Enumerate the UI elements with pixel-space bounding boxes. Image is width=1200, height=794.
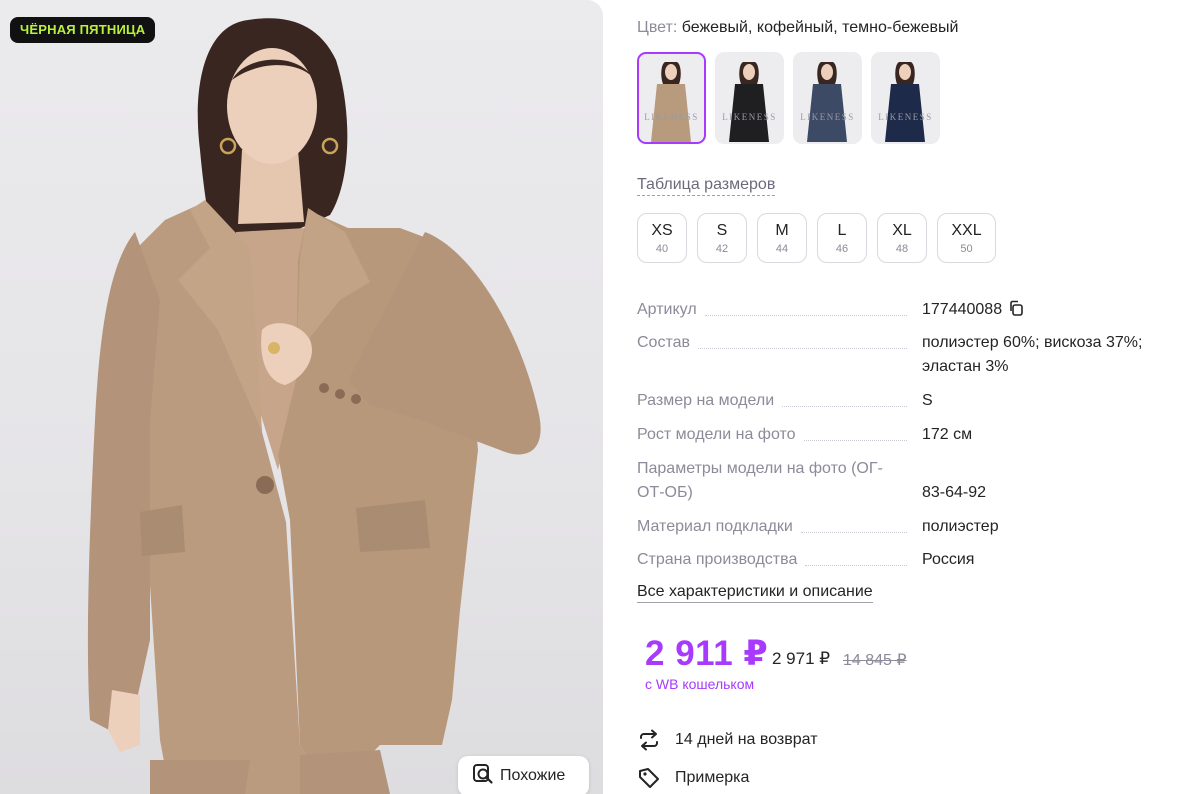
- size-name: XXL: [951, 222, 982, 239]
- swatch-brand: LIKENESS: [644, 112, 699, 122]
- product-photo[interactable]: ЧЁРНАЯ ПЯТНИЦА Похожие: [0, 0, 603, 794]
- size-name: M: [775, 222, 789, 239]
- size-option-xxl[interactable]: XXL 50: [937, 213, 996, 263]
- size-name: S: [716, 222, 728, 239]
- size-option-xl[interactable]: XL 48: [877, 213, 927, 263]
- spec-key: Размер на модели: [637, 389, 907, 413]
- spec-value: 83-64-92: [922, 484, 987, 501]
- black-friday-badge: ЧЁРНАЯ ПЯТНИЦА: [10, 17, 156, 43]
- spec-value: Россия: [922, 551, 975, 568]
- size-name: L: [837, 222, 847, 239]
- feature-label: Примерка: [675, 769, 750, 786]
- color-label: Цвет:: [637, 19, 678, 36]
- product-info-panel: Цвет: бежевый, кофейный, темно-бежевый L…: [637, 0, 1200, 794]
- spec-value: S: [922, 392, 933, 409]
- spec-key: Материал подкладки: [637, 515, 907, 539]
- spec-value: полиэстер 60%; вискоза 37%; эластан 3%: [922, 334, 1143, 375]
- feature-fitting[interactable]: Примерка: [637, 766, 749, 790]
- swatch-brand: LIKENESS: [722, 112, 777, 122]
- swatch-thumbnail: [729, 62, 769, 142]
- feature-return[interactable]: 14 дней на возврат: [637, 728, 818, 752]
- price-before-wallet: 2 971 ₽: [772, 649, 831, 668]
- swatch-brand: LIKENESS: [878, 112, 933, 122]
- feature-label: 14 дней на возврат: [675, 731, 818, 748]
- spec-value: 172 см: [922, 426, 973, 443]
- copy-icon[interactable]: [1008, 300, 1024, 324]
- price-current: 2 911 ₽: [645, 634, 769, 673]
- size-option-xs[interactable]: XS 40: [637, 213, 687, 263]
- swatch-thumbnail: [885, 62, 925, 142]
- size-option-m[interactable]: M 44: [757, 213, 807, 263]
- size-ru: 50: [960, 243, 973, 255]
- color-value: бежевый, кофейный, темно-бежевый: [681, 19, 959, 36]
- spec-key: Страна производства: [637, 548, 907, 572]
- model-illustration: [87, 18, 541, 794]
- swatch-brand: LIKENESS: [800, 112, 855, 122]
- spec-key: Состав: [637, 331, 907, 355]
- similar-search-icon: [472, 763, 494, 790]
- size-ru: 42: [715, 243, 729, 255]
- spec-key: Артикул: [637, 298, 907, 322]
- color-line: Цвет: бежевый, кофейный, темно-бежевый: [637, 18, 958, 38]
- size-name: XS: [651, 222, 673, 239]
- article-number: 177440088: [922, 301, 1003, 318]
- size-option-s[interactable]: S 42: [697, 213, 747, 263]
- similar-items-button[interactable]: Похожие: [458, 756, 589, 794]
- tag-icon: [637, 766, 661, 790]
- size-selector: XS 40 S 42 M 44 L 46 XL 48 XXL 50: [637, 213, 996, 263]
- swatch-black[interactable]: LIKENESS: [715, 52, 784, 144]
- swatch-thumbnail: [651, 62, 691, 142]
- price-original: 14 845 ₽: [843, 652, 907, 669]
- swatch-grey-blue[interactable]: LIKENESS: [793, 52, 862, 144]
- spec-value: 177440088: [922, 298, 1177, 324]
- color-swatches: LIKENESS LIKENESS LIKENESS LIKENESS: [637, 52, 940, 144]
- return-arrows-icon: [637, 728, 661, 752]
- swatch-navy[interactable]: LIKENESS: [871, 52, 940, 144]
- spec-key: Рост модели на фото: [637, 423, 907, 447]
- size-ru: 40: [655, 243, 669, 255]
- size-ru: 48: [895, 243, 909, 255]
- all-characteristics-link[interactable]: Все характеристики и описание: [637, 583, 873, 603]
- swatch-thumbnail: [807, 62, 847, 142]
- wallet-note: с WB кошельком: [645, 676, 755, 692]
- size-name: XL: [892, 222, 912, 239]
- size-table-link[interactable]: Таблица размеров: [637, 176, 776, 196]
- spec-value: полиэстер: [922, 518, 999, 535]
- size-ru: 46: [835, 243, 849, 255]
- size-ru: 44: [775, 243, 789, 255]
- similar-button-label: Похожие: [500, 767, 566, 784]
- size-option-l[interactable]: L 46: [817, 213, 867, 263]
- swatch-beige[interactable]: LIKENESS: [637, 52, 706, 144]
- spec-key: Параметры модели на фото (ОГ-ОТ-ОБ): [637, 460, 883, 501]
